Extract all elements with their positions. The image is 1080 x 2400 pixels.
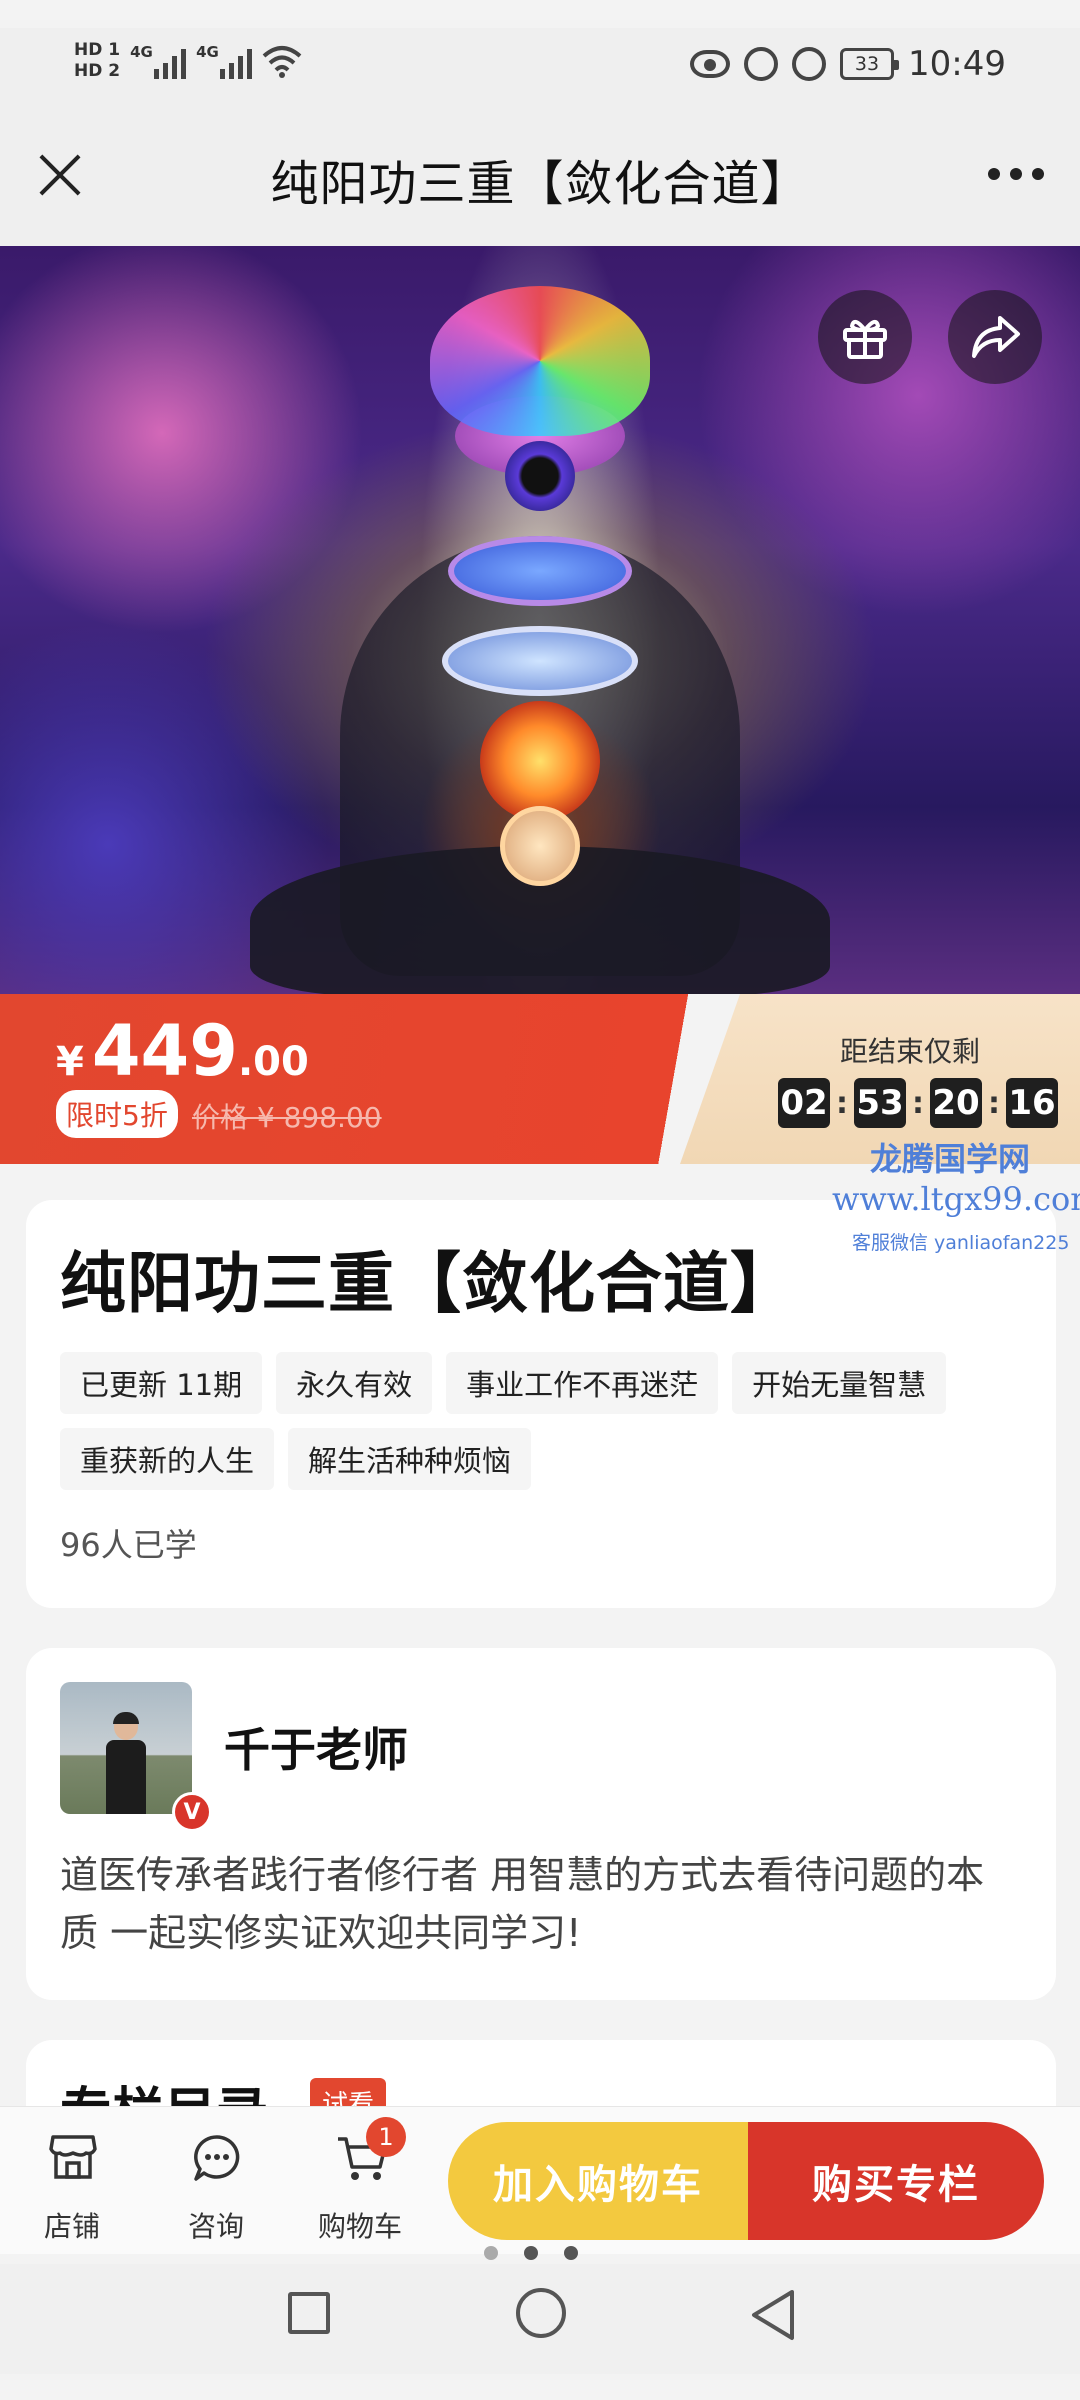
countdown-timer: 02 : 53 : 20 : 16 [778,1078,1058,1128]
course-tags: 已更新 11期 永久有效 事业工作不再迷茫 开始无量智慧 重获新的人生 解生活种… [60,1352,1020,1490]
share-button[interactable] [948,290,1042,384]
page-dot [484,2246,498,2260]
buy-button[interactable]: 购买专栏 [748,2122,1044,2240]
countdown-centis: 16 [1006,1078,1058,1128]
signal-1-icon: 4G [130,43,187,79]
app-screen: HD 1 HD 2 4G 4G 33 10:49 纯阳功三重【敛化合道】 ¥ 4… [0,0,1080,2400]
course-tag: 解生活种种烦恼 [288,1428,532,1490]
hd1-label: HD 1 [74,40,121,60]
watermark-line-3: 客服微信 yanliaofan225 [852,1232,1070,1254]
hd-indicator: HD 1 HD 2 [74,40,120,82]
price-integer: 449 [91,1010,238,1092]
gift-button[interactable] [818,290,912,384]
discount-badge: 限时5折 [56,1090,178,1138]
sale-price: ¥ 449 .00 [56,1010,309,1092]
avatar[interactable] [60,1682,192,1814]
shop-label: 店铺 [43,2210,100,2243]
clock: 10:49 [908,44,1006,84]
eye-icon [690,50,731,78]
chakra-solar [480,701,600,821]
course-tag: 开始无量智慧 [732,1352,947,1414]
teacher-card[interactable]: V 千于老师 道医传承者践行者修行者 用智慧的方式去看待问题的本质 一起实修实证… [26,1648,1056,2000]
price-currency: ¥ [56,1039,84,1085]
hd2-label: HD 2 [74,61,121,81]
status-left: HD 1 HD 2 4G 4G [74,40,302,82]
status-right: 33 10:49 [690,44,1006,84]
net1-label: 4G [130,43,153,61]
countdown-minutes: 53 [854,1078,906,1128]
home-icon[interactable] [516,2288,566,2338]
course-title: 纯阳功三重【敛化合道】 [60,1245,797,1322]
share-icon [972,316,1020,358]
watermark-line-2: www.ltgx99.com [832,1180,1080,1218]
cart-count-badge: 1 [366,2117,406,2157]
course-tag: 已更新 11期 [60,1352,263,1414]
alarm-icon [744,47,779,81]
countdown-hours: 02 [778,1078,830,1128]
page-indicator [484,2246,578,2260]
chakra-throat [448,536,632,606]
gift-icon [843,319,887,359]
more-icon[interactable] [988,168,1044,180]
course-info-card: 纯阳功三重【敛化合道】 已更新 11期 永久有效 事业工作不再迷茫 开始无量智慧… [26,1200,1056,1608]
countdown-label: 距结束仅剩 [839,1035,980,1068]
price-decimal: .00 [237,1039,309,1085]
recent-apps-icon[interactable] [288,2292,330,2334]
chat-icon [194,2135,240,2181]
chakra-third-eye [505,441,575,511]
teacher-description: 道医传承者践行者修行者 用智慧的方式去看待问题的本质 一起实修实证欢迎共同学习! [60,1853,985,1955]
cart-label: 购物车 [317,2210,402,2243]
speed-icon [792,47,827,81]
page-title: 纯阳功三重【敛化合道】 [270,156,810,212]
store-icon [49,2135,97,2179]
learner-count: 96人已学 [60,1526,197,1564]
verified-badge: V [172,1792,212,1832]
course-tag: 事业工作不再迷茫 [446,1352,719,1414]
consult-label: 咨询 [187,2210,244,2243]
original-price: 价格 ¥ 898.00 [192,1101,382,1134]
system-nav-bar [0,2264,1080,2374]
wifi-icon [262,44,302,78]
add-to-cart-button[interactable]: 加入购物车 [448,2122,748,2240]
battery-icon: 33 [840,48,900,80]
crown-lotus [430,286,650,436]
teacher-name: 千于老师 [224,1723,408,1777]
course-cover-image [0,246,1080,994]
page-dot [524,2246,538,2260]
countdown-seconds: 20 [930,1078,982,1128]
watermark-line-1: 龙腾国学网 [870,1140,1031,1178]
chakra-heart [442,626,638,696]
course-tag: 重获新的人生 [60,1428,275,1490]
page-dot [564,2246,578,2260]
net2-label: 4G [196,43,219,61]
chakra-sacral [500,806,580,886]
signal-2-icon: 4G [196,43,253,79]
top-nav: 纯阳功三重【敛化合道】 [0,106,1080,246]
battery-level: 33 [854,53,880,75]
course-tag: 永久有效 [276,1352,433,1414]
status-bar: HD 1 HD 2 4G 4G 33 10:49 [0,28,1080,106]
back-icon[interactable] [748,2288,798,2342]
